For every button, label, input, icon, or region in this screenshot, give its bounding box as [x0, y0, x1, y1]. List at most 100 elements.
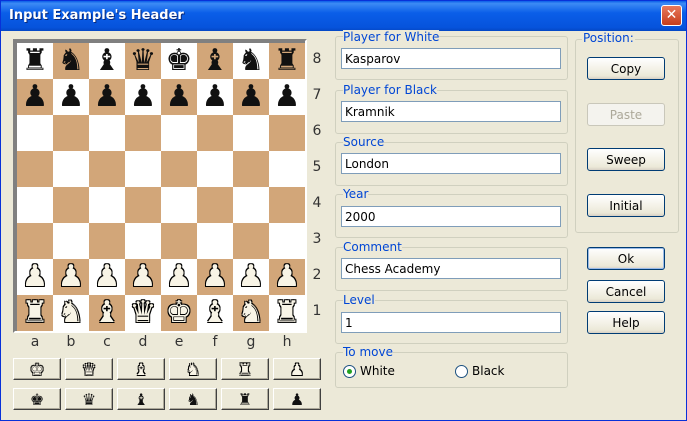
- white-pawn-icon[interactable]: ♟: [58, 262, 85, 292]
- square-f4[interactable]: [197, 187, 233, 223]
- white-knight-icon[interactable]: ♞: [238, 298, 265, 328]
- square-a8[interactable]: ♜: [17, 43, 53, 79]
- black-to-move-radio[interactable]: [455, 365, 468, 378]
- black-pawn-icon[interactable]: ♟: [22, 82, 49, 112]
- square-d1[interactable]: ♛: [125, 295, 161, 331]
- square-h5[interactable]: [269, 151, 305, 187]
- palette-white-pawn-button[interactable]: ♟: [273, 358, 321, 380]
- white-knight-icon[interactable]: ♞: [58, 298, 85, 328]
- square-d7[interactable]: ♟: [125, 79, 161, 115]
- square-f8[interactable]: ♝: [197, 43, 233, 79]
- source-input[interactable]: [341, 153, 561, 174]
- square-b8[interactable]: ♞: [53, 43, 89, 79]
- white-pawn-icon[interactable]: ♟: [130, 262, 157, 292]
- ok-button[interactable]: Ok: [587, 247, 665, 270]
- black-pawn-icon[interactable]: ♟: [238, 82, 265, 112]
- black-pawn-icon[interactable]: ♟: [202, 82, 229, 112]
- chessboard[interactable]: ♜ ♞ ♝ ♛ ♚ ♝ ♞ ♜ ♟ ♟ ♟ ♟ ♟ ♟ ♟ ♟ ♟ ♟ ♟ ♟ ♟ ♟ ♟ ♟ ♜ ♞ ♝ ♛ ♚ ♝ ♞ ♜: [17, 43, 305, 331]
- title-bar[interactable]: Input Example's Header ✕: [1, 1, 686, 31]
- white-pawn-icon[interactable]: ♟: [274, 262, 301, 292]
- square-g7[interactable]: ♟: [233, 79, 269, 115]
- square-e4[interactable]: [161, 187, 197, 223]
- white-pawn-icon[interactable]: ♟: [22, 262, 49, 292]
- square-a4[interactable]: [17, 187, 53, 223]
- square-g5[interactable]: [233, 151, 269, 187]
- square-d5[interactable]: [125, 151, 161, 187]
- white-pawn-icon[interactable]: ♟: [166, 262, 193, 292]
- paste-button[interactable]: Paste: [587, 103, 665, 126]
- square-b1[interactable]: ♞: [53, 295, 89, 331]
- square-h8[interactable]: ♜: [269, 43, 305, 79]
- square-a1[interactable]: ♜: [17, 295, 53, 331]
- square-c1[interactable]: ♝: [89, 295, 125, 331]
- cancel-button[interactable]: Cancel: [587, 280, 665, 303]
- square-d6[interactable]: [125, 115, 161, 151]
- square-e3[interactable]: [161, 223, 197, 259]
- white-king-icon[interactable]: ♚: [166, 298, 193, 328]
- square-e8[interactable]: ♚: [161, 43, 197, 79]
- square-h1[interactable]: ♜: [269, 295, 305, 331]
- square-h4[interactable]: [269, 187, 305, 223]
- black-rook-icon[interactable]: ♜: [22, 46, 49, 76]
- white-pawn-icon[interactable]: ♟: [202, 262, 229, 292]
- black-king-icon[interactable]: ♚: [166, 46, 193, 76]
- square-a3[interactable]: [17, 223, 53, 259]
- black-bishop-icon[interactable]: ♝: [94, 46, 121, 76]
- square-e7[interactable]: ♟: [161, 79, 197, 115]
- square-g6[interactable]: [233, 115, 269, 151]
- square-c2[interactable]: ♟: [89, 259, 125, 295]
- white-bishop-icon[interactable]: ♝: [94, 298, 121, 328]
- palette-white-queen-button[interactable]: ♛: [65, 358, 113, 380]
- square-h7[interactable]: ♟: [269, 79, 305, 115]
- square-d2[interactable]: ♟: [125, 259, 161, 295]
- square-e5[interactable]: [161, 151, 197, 187]
- square-e1[interactable]: ♚: [161, 295, 197, 331]
- palette-white-rook-button[interactable]: ♜: [221, 358, 269, 380]
- square-a2[interactable]: ♟: [17, 259, 53, 295]
- year-input[interactable]: [341, 206, 561, 227]
- square-b2[interactable]: ♟: [53, 259, 89, 295]
- square-f3[interactable]: [197, 223, 233, 259]
- black-to-move-label[interactable]: Black: [472, 364, 504, 378]
- close-button[interactable]: ✕: [661, 5, 682, 26]
- square-d8[interactable]: ♛: [125, 43, 161, 79]
- help-button[interactable]: Help: [587, 311, 665, 334]
- square-h6[interactable]: [269, 115, 305, 151]
- square-f6[interactable]: [197, 115, 233, 151]
- square-e2[interactable]: ♟: [161, 259, 197, 295]
- square-h2[interactable]: ♟: [269, 259, 305, 295]
- white-to-move-radio[interactable]: [343, 365, 356, 378]
- palette-white-king-button[interactable]: ♚: [13, 358, 61, 380]
- black-player-input[interactable]: [341, 101, 561, 122]
- level-input[interactable]: [341, 312, 561, 333]
- square-a6[interactable]: [17, 115, 53, 151]
- square-f1[interactable]: ♝: [197, 295, 233, 331]
- square-d4[interactable]: [125, 187, 161, 223]
- black-pawn-icon[interactable]: ♟: [58, 82, 85, 112]
- palette-black-knight-button[interactable]: ♞: [169, 388, 217, 410]
- black-knight-icon[interactable]: ♞: [58, 46, 85, 76]
- square-b7[interactable]: ♟: [53, 79, 89, 115]
- square-a7[interactable]: ♟: [17, 79, 53, 115]
- black-queen-icon[interactable]: ♛: [130, 46, 157, 76]
- square-b4[interactable]: [53, 187, 89, 223]
- square-c7[interactable]: ♟: [89, 79, 125, 115]
- square-c6[interactable]: [89, 115, 125, 151]
- white-to-move-label[interactable]: White: [360, 364, 395, 378]
- square-g4[interactable]: [233, 187, 269, 223]
- square-b5[interactable]: [53, 151, 89, 187]
- black-pawn-icon[interactable]: ♟: [166, 82, 193, 112]
- square-c5[interactable]: [89, 151, 125, 187]
- black-pawn-icon[interactable]: ♟: [94, 82, 121, 112]
- square-d3[interactable]: [125, 223, 161, 259]
- black-knight-icon[interactable]: ♞: [238, 46, 265, 76]
- white-rook-icon[interactable]: ♜: [22, 298, 49, 328]
- white-bishop-icon[interactable]: ♝: [202, 298, 229, 328]
- white-rook-icon[interactable]: ♜: [274, 298, 301, 328]
- square-e6[interactable]: [161, 115, 197, 151]
- sweep-button[interactable]: Sweep: [587, 148, 665, 171]
- black-pawn-icon[interactable]: ♟: [274, 82, 301, 112]
- black-bishop-icon[interactable]: ♝: [202, 46, 229, 76]
- square-g8[interactable]: ♞: [233, 43, 269, 79]
- square-h3[interactable]: [269, 223, 305, 259]
